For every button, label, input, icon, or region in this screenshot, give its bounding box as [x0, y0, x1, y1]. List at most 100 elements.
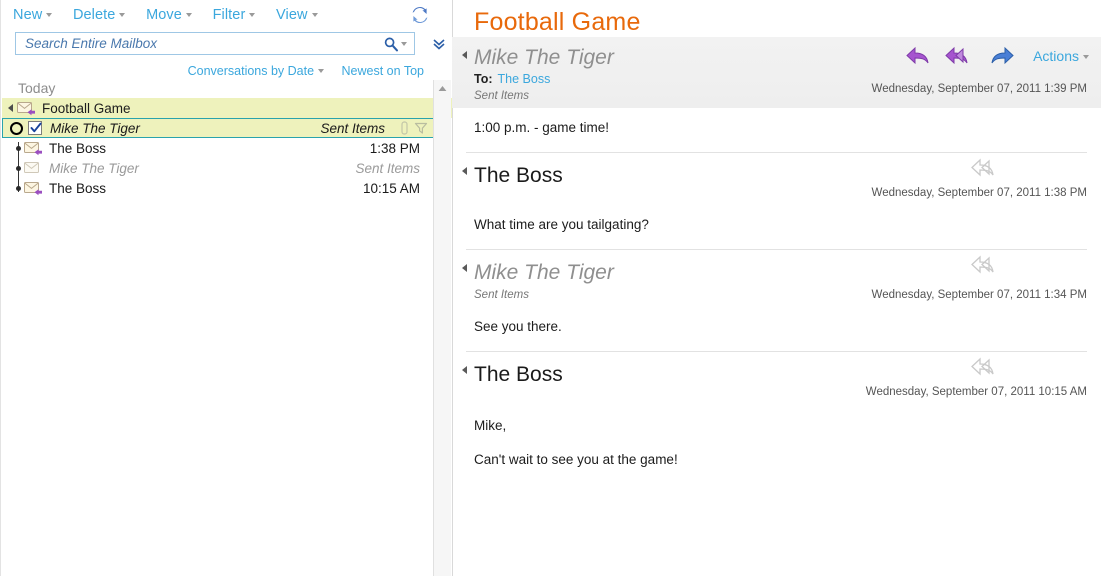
conversation-header-row[interactable]: Football Game [2, 98, 452, 118]
message-header[interactable]: Mike The Tiger Sent Items Wednesday, Sep… [452, 250, 1101, 301]
toolbar-item-view[interactable]: View [276, 7, 318, 23]
message-block: Mike The Tiger To: The Boss Sent Items We… [452, 37, 1101, 138]
search-row [1, 32, 452, 60]
body-paragraph: 1:00 p.m. - game time! [474, 120, 610, 135]
actions-menu[interactable]: Actions [1033, 48, 1089, 64]
to-label: To: [474, 72, 493, 86]
triangle-collapse-icon[interactable] [8, 104, 13, 112]
message-sender: Mike The Tiger [49, 160, 139, 176]
double-chevron-down-icon[interactable] [432, 36, 446, 52]
body-paragraph: Can't wait to see you at the game! [474, 452, 678, 467]
thread-node-dot [16, 186, 21, 191]
flag-icon[interactable] [414, 121, 428, 135]
row-icon-group [395, 121, 434, 135]
scroll-up-arrow-icon[interactable] [434, 80, 451, 97]
search-options-caret-icon[interactable] [401, 41, 407, 46]
message-timestamp: Wednesday, September 07, 2011 1:34 PM [871, 289, 1087, 301]
message-list: Today Football Game Mike The Tiger Sent … [2, 80, 452, 576]
group-by-label: Conversations by Date [187, 64, 315, 78]
message-row[interactable]: Mike The Tiger Sent Items [2, 158, 452, 178]
attachment-icon [401, 121, 408, 135]
message-timestamp: Wednesday, September 07, 2011 1:39 PM [871, 83, 1087, 95]
message-from: The Boss [474, 164, 563, 187]
thread-node-dot [16, 146, 21, 151]
message-timestamp: Wednesday, September 07, 2011 1:38 PM [871, 187, 1087, 199]
chevron-down-icon [318, 69, 325, 73]
unread-marker-icon [10, 121, 23, 135]
envelope-reply-icon [24, 181, 43, 196]
search-input[interactable] [23, 35, 383, 52]
triangle-collapse-icon[interactable] [462, 264, 467, 272]
message-row[interactable]: The Boss 1:38 PM [2, 138, 452, 158]
message-sender: The Boss [49, 180, 107, 196]
chevron-down-icon [1083, 55, 1089, 59]
body-paragraph: Mike, [474, 418, 507, 433]
thread-node-dot [16, 166, 21, 171]
message-header[interactable]: Mike The Tiger To: The Boss Sent Items We… [452, 37, 1101, 108]
message-header[interactable]: The Boss Wednesday, September 07, 2011 1… [452, 153, 1101, 199]
reply-icon[interactable] [905, 45, 931, 67]
chevron-down-icon [46, 13, 53, 17]
toolbar-item-delete[interactable]: Delete [73, 7, 126, 23]
message-block: The Boss Wednesday, September 07, 2011 1… [452, 352, 1101, 470]
message-header[interactable]: The Boss Wednesday, September 07, 2011 1… [452, 352, 1101, 398]
reading-pane: Football Game Mike The Tiger To: The Boss… [452, 0, 1101, 576]
message-timestamp: Wednesday, September 07, 2011 10:15 AM [865, 386, 1087, 398]
message-actions-bar: Actions [891, 45, 1089, 67]
message-block: Mike The Tiger Sent Items Wednesday, Sep… [452, 250, 1101, 337]
chevron-down-icon [249, 13, 256, 17]
toolbar-item-filter[interactable]: Filter [213, 7, 256, 23]
message-body: Mike, Can't wait to see you at the game! [452, 392, 1101, 470]
message-from: The Boss [474, 363, 563, 386]
reply-all-icon[interactable] [945, 45, 975, 67]
toolbar-label-new: New [13, 7, 43, 23]
group-by-link[interactable]: Conversations by Date [187, 64, 325, 78]
envelope-icon [24, 161, 43, 176]
conversation-subject: Football Game [42, 100, 131, 116]
chevron-down-icon [311, 13, 318, 17]
toolbar-item-new[interactable]: New [13, 7, 53, 23]
toolbar-label-filter: Filter [212, 7, 246, 23]
message-meta: 10:15 AM [362, 180, 420, 196]
message-row[interactable]: The Boss 10:15 AM [2, 178, 452, 198]
conversation-subject-title: Football Game [474, 8, 641, 36]
search-box[interactable] [15, 32, 415, 55]
row-checkbox[interactable] [28, 121, 42, 135]
message-list-scrollbar[interactable] [433, 80, 451, 576]
message-meta: Sent Items [355, 160, 420, 176]
envelope-reply-icon [17, 101, 36, 116]
toolbar-item-move[interactable]: Move [146, 7, 192, 23]
triangle-collapse-icon[interactable] [462, 167, 467, 175]
message-meta: 1:38 PM [369, 140, 420, 156]
message-row-selected[interactable]: Mike The Tiger Sent Items [2, 118, 435, 138]
forward-icon[interactable] [989, 45, 1015, 67]
magnifier-icon[interactable] [383, 36, 399, 52]
message-from: Mike The Tiger [474, 261, 614, 284]
outlook-web-app: New Delete Move Filter View Search Entir… [0, 0, 1101, 576]
message-sender: The Boss [49, 140, 107, 156]
reply-all-ghost-icon[interactable] [971, 254, 1001, 279]
message-sender: Mike The Tiger [50, 120, 140, 136]
to-recipient[interactable]: The Boss [498, 72, 551, 86]
mail-list-pane: New Delete Move Filter View Search Entir… [0, 0, 452, 576]
toolbar-label-view: View [276, 7, 308, 23]
message-block: The Boss Wednesday, September 07, 2011 1… [452, 153, 1101, 235]
sort-order-link[interactable]: Newest on Top [342, 64, 424, 78]
message-body: 1:00 p.m. - game time! [452, 108, 1101, 138]
triangle-collapse-icon[interactable] [462, 51, 467, 59]
message-meta: Sent Items [320, 120, 385, 136]
reply-all-ghost-icon[interactable] [971, 356, 1001, 381]
reply-all-ghost-icon[interactable] [971, 157, 1001, 182]
body-paragraph: What time are you tailgating? [474, 217, 649, 232]
toolbar-label-move: Move [146, 7, 182, 23]
triangle-collapse-icon[interactable] [462, 366, 467, 374]
mail-list-inner: New Delete Move Filter View Search Entir… [0, 0, 452, 576]
message-body: What time are you tailgating? [452, 193, 1101, 235]
day-group-header: Today [18, 80, 56, 96]
body-paragraph: See you there. [474, 319, 562, 334]
chevron-down-icon [185, 13, 192, 17]
envelope-reply-icon [24, 141, 43, 156]
chevron-down-icon [119, 13, 126, 17]
refresh-icon[interactable] [410, 5, 430, 25]
mail-toolbar: New Delete Move Filter View [1, 0, 452, 32]
